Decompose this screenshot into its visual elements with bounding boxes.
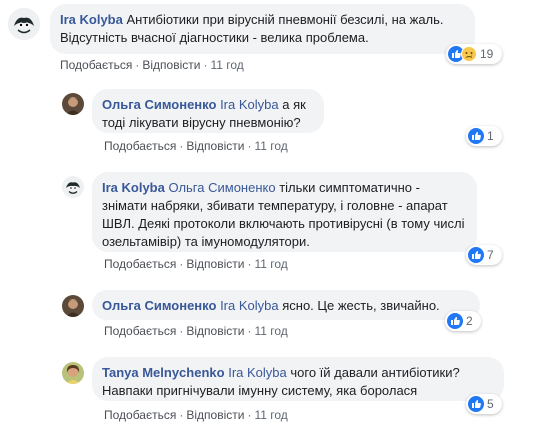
comment-author[interactable]: Ira Kolyba [102, 180, 165, 195]
avatar[interactable] [62, 176, 84, 198]
like-link[interactable]: Подобається [104, 408, 176, 422]
avatar-image [62, 93, 84, 115]
mention-link[interactable]: Ольга Симоненко [168, 180, 275, 195]
comment-actions: Подобається · Відповісти · 11 год [104, 139, 288, 153]
comment-bubble: Tanya Melnychenko Ira Kolyba чого їй дав… [92, 357, 504, 401]
reply-link[interactable]: Відповісти [186, 324, 244, 338]
reply-link[interactable]: Відповісти [186, 257, 244, 271]
avatar[interactable] [62, 93, 84, 115]
reaction-summary[interactable]: 2 [445, 311, 481, 331]
mention-link[interactable]: Ira Kolyba [220, 97, 279, 112]
reply-link[interactable]: Відповісти [186, 408, 244, 422]
comment-actions: Подобається · Відповісти · 11 год [104, 324, 288, 338]
like-reaction-icon [447, 313, 463, 329]
reaction-count: 7 [487, 248, 494, 262]
avatar-image [62, 362, 84, 384]
reaction-summary[interactable]: 1 [466, 126, 502, 146]
avatar-image [62, 176, 84, 198]
comment-text: ясно. Це жесть, звичайно. [282, 298, 440, 313]
comment-thread: Ira Kolyba Антибіотики при вірусній пнев… [0, 0, 535, 436]
avatar[interactable] [62, 362, 84, 384]
sad-reaction-icon [461, 46, 477, 62]
reply-link[interactable]: Відповісти [186, 139, 244, 153]
avatar-image [62, 295, 84, 317]
mention-link[interactable]: Ira Kolyba [228, 365, 287, 380]
like-reaction-icon [468, 396, 484, 412]
reply-link[interactable]: Відповісти [142, 58, 200, 72]
comment-bubble: Ольга Симоненко Ira Kolyba ясно. Це жест… [92, 290, 480, 320]
comment-time[interactable]: 11 год [254, 257, 287, 271]
comment-bubble: Ira Kolyba Ольга Симоненко тільки симпто… [92, 172, 477, 252]
reaction-count: 19 [480, 47, 494, 61]
comment-author[interactable]: Tanya Melnychenko [102, 365, 225, 380]
comment-author[interactable]: Ольга Симоненко [102, 298, 216, 313]
comment-time[interactable]: 11 год [254, 139, 287, 153]
like-link[interactable]: Подобається [60, 58, 132, 72]
avatar-image [8, 8, 40, 40]
avatar[interactable] [62, 295, 84, 317]
reaction-summary[interactable]: 19 [446, 44, 502, 64]
comment-time[interactable]: 11 год [210, 58, 243, 72]
comment-actions: Подобається · Відповісти · 11 год [60, 58, 244, 72]
comment-bubble: Ira Kolyba Антибіотики при вірусній пнев… [50, 4, 475, 54]
like-link[interactable]: Подобається [104, 257, 176, 271]
reaction-count: 1 [487, 129, 494, 143]
reaction-summary[interactable]: 5 [466, 394, 502, 414]
reaction-count: 2 [466, 314, 473, 328]
comment-actions: Подобається · Відповісти · 11 год [104, 257, 288, 271]
like-reaction-icon [468, 128, 484, 144]
comment-time[interactable]: 11 год [254, 324, 287, 338]
avatar[interactable] [8, 8, 40, 40]
comment-author[interactable]: Ira Kolyba [60, 12, 123, 27]
like-link[interactable]: Подобається [104, 324, 176, 338]
mention-link[interactable]: Ira Kolyba [220, 298, 279, 313]
reaction-summary[interactable]: 7 [466, 245, 502, 265]
comment-bubble: Ольга Симоненко Ira Kolyba а як тоді лік… [92, 89, 324, 133]
reaction-count: 5 [487, 397, 494, 411]
like-link[interactable]: Подобається [104, 139, 176, 153]
comment-time[interactable]: 11 год [254, 408, 287, 422]
like-reaction-icon [468, 247, 484, 263]
comment-author[interactable]: Ольга Симоненко [102, 97, 216, 112]
comment-actions: Подобається · Відповісти · 11 год [104, 408, 288, 422]
